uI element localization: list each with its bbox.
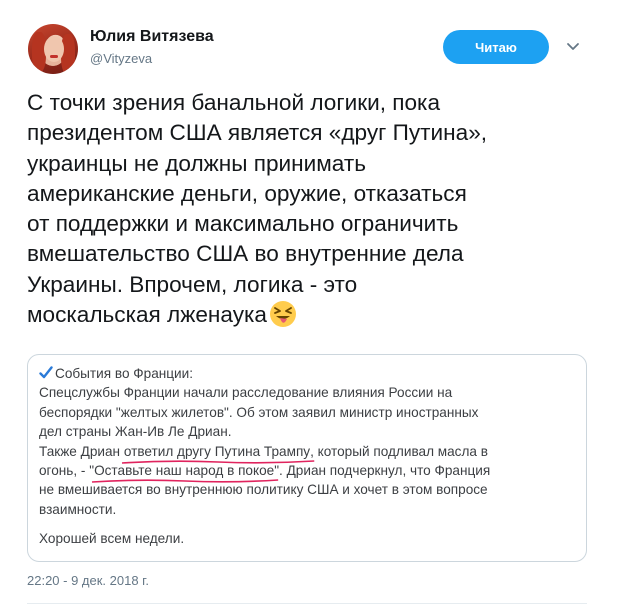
tweet-line: вмешательство США во внутренние дела bbox=[27, 241, 464, 267]
quote-text: огонь, - " bbox=[39, 463, 95, 479]
quote-line: Также Дриан ответил другу Путина Трампу,… bbox=[39, 442, 586, 461]
tweet-line: С точки зрения банальной логики, пока bbox=[27, 90, 441, 115]
divider bbox=[27, 603, 587, 604]
tweet-line-last: москальская лженаука bbox=[27, 300, 587, 330]
quote-line: взаимности. bbox=[39, 501, 117, 517]
tweet-text: С точки зрения банальной логики, пока пр… bbox=[27, 88, 587, 330]
tweet-line: Украины. Впрочем, логика - это bbox=[27, 271, 358, 297]
author-handle[interactable]: @Vityzeva bbox=[90, 51, 152, 66]
tweet-line: украинцы не должны принимать bbox=[27, 150, 366, 176]
tweet-line-text: москальская лженаука bbox=[27, 302, 267, 328]
avatar[interactable] bbox=[28, 24, 78, 74]
tweet-line: президентом США является «друг Путина», bbox=[27, 120, 488, 146]
quote-text: Также Дриан bbox=[39, 443, 124, 459]
quoted-content-card[interactable]: События во Франции: Спецслужбы Франции н… bbox=[27, 354, 587, 562]
follow-button[interactable]: Читаю bbox=[443, 30, 549, 64]
quote-closing: Хорошей всем недели. bbox=[39, 531, 185, 547]
quote-text: , который подливал масла в bbox=[310, 443, 488, 459]
check-mark-icon bbox=[39, 366, 53, 379]
quote-title: События во Франции: bbox=[55, 366, 194, 381]
avatar-face bbox=[44, 36, 64, 62]
avatar-lips bbox=[50, 55, 58, 58]
underlined-text: Оставьте наш народ в покое bbox=[94, 463, 275, 479]
red-underline-stroke bbox=[92, 477, 278, 485]
quote-title-line: События во Франции: bbox=[39, 364, 586, 383]
tweet-timestamp[interactable]: 22:20 - 9 дек. 2018 г. bbox=[27, 573, 149, 588]
author-name[interactable]: Юлия Витязева bbox=[90, 28, 214, 46]
underlined-phrase: ответил другу Путина Трампу bbox=[124, 442, 310, 461]
tongue-face-emoji-icon bbox=[269, 301, 296, 328]
tweet-line: американские деньги, оружие, отказаться bbox=[27, 180, 467, 206]
underlined-phrase: Оставьте наш народ в покое bbox=[94, 461, 274, 480]
quote-line: дел страны Жан-Ив Ле Дриан. bbox=[39, 424, 232, 440]
chevron-down-icon[interactable] bbox=[565, 40, 581, 54]
underlined-text: ответил другу Путина Трампу bbox=[123, 443, 311, 459]
quote-line: Спецслужбы Франции начали расследование … bbox=[39, 385, 453, 401]
quote-line: беспорядки "желтых жилетов". Об этом зая… bbox=[39, 404, 479, 420]
tweet-line: от поддержки и максимально ограничить bbox=[27, 211, 459, 237]
